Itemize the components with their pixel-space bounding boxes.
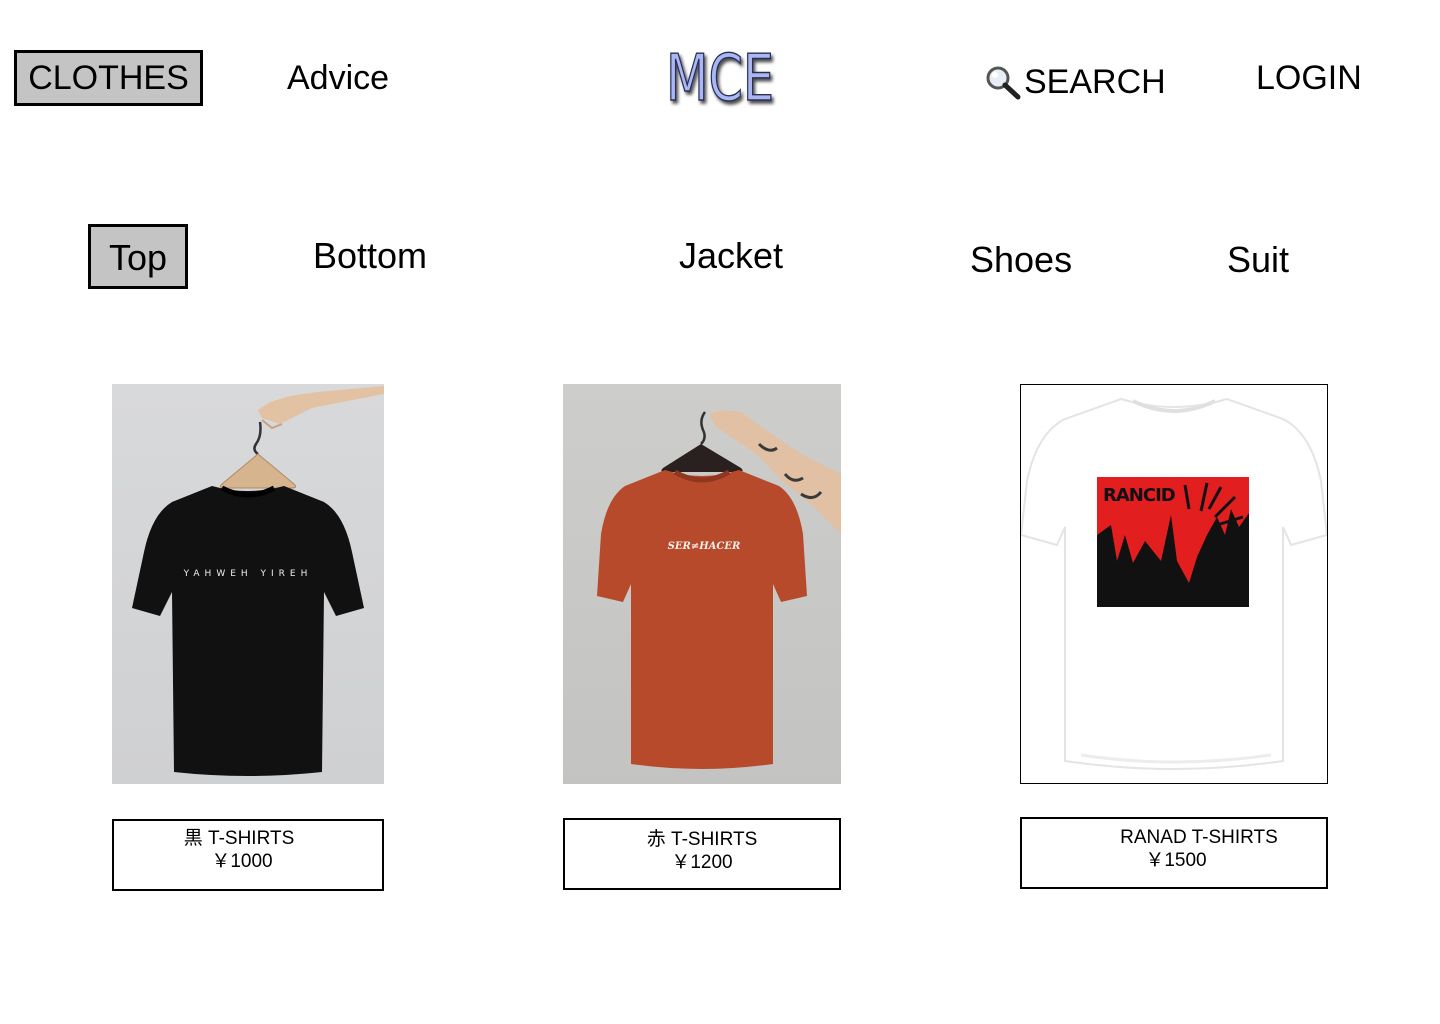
- page: CLOTHES Advice MCE SEARCH LOGIN Top Bott…: [0, 0, 1440, 1024]
- tab-suit[interactable]: Suit: [1227, 239, 1289, 281]
- site-logo[interactable]: MCE: [662, 38, 778, 110]
- tab-jacket[interactable]: Jacket: [679, 235, 783, 277]
- nav-advice-link[interactable]: Advice: [287, 58, 389, 98]
- product-price: ￥1200: [671, 852, 733, 873]
- tab-shoes[interactable]: Shoes: [970, 239, 1072, 281]
- black-tshirt-photo: YAHWEH YIREH: [132, 386, 384, 776]
- product-price: ￥1500: [1145, 850, 1207, 871]
- product-image-red-tshirt[interactable]: SER≠HACER: [563, 384, 841, 784]
- product-image-black-tshirt[interactable]: YAHWEH YIREH: [112, 384, 384, 784]
- tab-bottom[interactable]: Bottom: [313, 235, 427, 277]
- tshirt-print-text: RANCID: [1103, 485, 1175, 506]
- product-name: RANAD T-SHIRTS: [1120, 827, 1278, 848]
- tab-top[interactable]: Top: [88, 224, 188, 289]
- product-name: 赤 T-SHIRTS: [646, 829, 758, 850]
- tshirt-print-text: YAHWEH YIREH: [183, 569, 313, 579]
- logo-text: MCE: [666, 42, 774, 110]
- search-button[interactable]: SEARCH: [984, 60, 1166, 104]
- red-tshirt-photo: SER≠HACER: [597, 410, 841, 769]
- product-price: ￥1000: [211, 851, 273, 872]
- tshirt-print-text: SER≠HACER: [668, 541, 741, 552]
- product-name: 黒 T-SHIRTS: [183, 828, 295, 849]
- magnifying-glass-icon: [986, 66, 1021, 100]
- product-label[interactable]: 赤 T-SHIRTS ￥1200: [563, 818, 841, 890]
- search-label: SEARCH: [1024, 63, 1166, 101]
- nav-clothes-button[interactable]: CLOTHES: [14, 50, 203, 106]
- product-image-rancid-tshirt[interactable]: RANCID: [1020, 384, 1328, 784]
- login-button[interactable]: LOGIN: [1256, 58, 1362, 98]
- product-label[interactable]: 黒 T-SHIRTS ￥1000: [112, 819, 384, 891]
- product-label[interactable]: RANAD T-SHIRTS ￥1500: [1020, 817, 1328, 889]
- rancid-tshirt-photo: RANCID: [1021, 397, 1327, 770]
